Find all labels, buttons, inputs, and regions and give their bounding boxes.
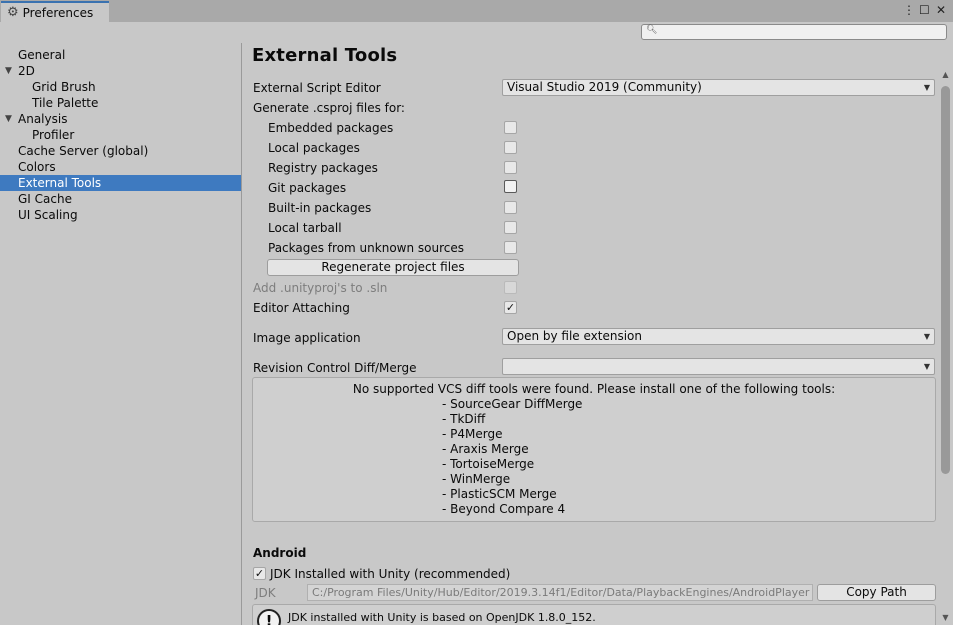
local-tarball-label: Local tarball bbox=[268, 221, 342, 235]
jdk-installed-label: JDK Installed with Unity (recommended) bbox=[270, 567, 511, 581]
regenerate-project-files-button[interactable]: Regenerate project files bbox=[267, 259, 519, 276]
vcs-tool-item: - PlasticSCM Merge bbox=[442, 487, 557, 501]
generate-csproj-label: Generate .csproj files for: bbox=[253, 101, 405, 115]
unknown-sources-label: Packages from unknown sources bbox=[268, 241, 464, 255]
sidebar-item-label: 2D bbox=[18, 64, 35, 78]
jdk-installed-checkbox[interactable]: ✓ bbox=[253, 567, 266, 580]
search-icon: 🔍︎ bbox=[646, 25, 658, 35]
vcs-tool-item: - WinMerge bbox=[442, 472, 511, 486]
registry-packages-label: Registry packages bbox=[268, 161, 378, 175]
sidebar-item-label: External Tools bbox=[18, 176, 102, 190]
vcs-message: No supported VCS diff tools were found. … bbox=[352, 382, 836, 396]
sidebar-item-profiler[interactable]: Profiler bbox=[0, 127, 273, 143]
close-icon[interactable]: ✕ bbox=[936, 3, 946, 17]
embedded-packages-checkbox[interactable] bbox=[504, 121, 517, 134]
jdk-label: JDK bbox=[255, 586, 276, 600]
sidebar-item-label: Analysis bbox=[18, 112, 68, 126]
preferences-sidebar: General ▼ 2D Grid Brush Tile Palette ▼ Ana… bbox=[0, 43, 242, 625]
sidebar-item-cache-server[interactable]: Cache Server (global) bbox=[0, 143, 259, 159]
sidebar-item-colors[interactable]: Colors bbox=[0, 159, 259, 175]
jdk-note: JDK installed with Unity is based on Ope… bbox=[288, 611, 596, 624]
git-packages-checkbox[interactable] bbox=[504, 180, 517, 193]
maximize-icon[interactable]: ☐ bbox=[919, 3, 930, 17]
sidebar-item-2d[interactable]: ▼ 2D bbox=[0, 63, 259, 79]
search-input[interactable]: 🔍︎ bbox=[641, 24, 947, 40]
vcs-tool-item: - SourceGear DiffMerge bbox=[442, 397, 583, 411]
preferences-tab[interactable]: ⚙ Preferences bbox=[1, 1, 109, 22]
local-packages-checkbox[interactable] bbox=[504, 141, 517, 154]
dropdown-value: Visual Studio 2019 (Community) bbox=[507, 80, 702, 94]
vcs-tool-item: - Araxis Merge bbox=[442, 442, 529, 456]
sidebar-item-label: UI Scaling bbox=[18, 208, 78, 222]
local-tarball-checkbox[interactable] bbox=[504, 221, 517, 234]
builtin-packages-label: Built-in packages bbox=[268, 201, 372, 215]
sidebar-item-label: Cache Server (global) bbox=[18, 144, 149, 158]
revision-control-label: Revision Control Diff/Merge bbox=[253, 361, 417, 375]
sidebar-item-label: Profiler bbox=[32, 128, 75, 142]
copy-path-button[interactable]: Copy Path bbox=[817, 584, 936, 601]
scroll-up-icon[interactable]: ▲ bbox=[938, 68, 953, 82]
vcs-help-box: No supported VCS diff tools were found. … bbox=[252, 377, 936, 522]
gear-icon: ⚙ bbox=[7, 5, 19, 20]
warning-icon: ! bbox=[257, 609, 281, 625]
scrollbar-thumb[interactable] bbox=[941, 86, 950, 474]
embedded-packages-label: Embedded packages bbox=[268, 121, 394, 135]
android-heading: Android bbox=[253, 546, 307, 560]
vcs-tool-item: - TkDiff bbox=[442, 412, 486, 426]
add-unityproj-label: Add .unityproj's to .sln bbox=[253, 281, 388, 295]
image-application-label: Image application bbox=[253, 331, 361, 345]
window-titlebar: ⚙ Preferences ⋮ ☐ ✕ bbox=[0, 0, 953, 23]
sidebar-item-label: GI Cache bbox=[18, 192, 72, 206]
window-menu-icon[interactable]: ⋮ bbox=[903, 3, 915, 17]
page-title: External Tools bbox=[252, 45, 398, 66]
chevron-down-icon: ▼ bbox=[923, 83, 930, 92]
builtin-packages-checkbox[interactable] bbox=[504, 201, 517, 214]
sidebar-item-label: Tile Palette bbox=[32, 96, 99, 110]
editor-attaching-checkbox[interactable]: ✓ bbox=[504, 301, 517, 314]
script-editor-label: External Script Editor bbox=[253, 81, 381, 95]
script-editor-dropdown[interactable]: Visual Studio 2019 (Community) ▼ bbox=[502, 79, 935, 96]
external-tools-panel: External Tools External Script Editor Vi… bbox=[243, 43, 953, 625]
local-packages-label: Local packages bbox=[268, 141, 360, 155]
vertical-scrollbar[interactable]: ▲ ▼ bbox=[938, 68, 953, 625]
registry-packages-checkbox[interactable] bbox=[504, 161, 517, 174]
unknown-sources-checkbox[interactable] bbox=[504, 241, 517, 254]
expand-triangle-icon[interactable]: ▼ bbox=[5, 111, 12, 127]
tab-title: Preferences bbox=[22, 5, 94, 20]
revision-control-dropdown[interactable]: ▼ bbox=[502, 358, 935, 375]
sidebar-item-ui-scaling[interactable]: UI Scaling bbox=[0, 207, 259, 223]
toolbar: 🔍︎ bbox=[0, 22, 953, 42]
add-unityproj-checkbox bbox=[504, 281, 517, 294]
sidebar-item-grid-brush[interactable]: Grid Brush bbox=[0, 79, 273, 95]
sidebar-item-label: General bbox=[18, 48, 66, 62]
image-application-dropdown[interactable]: Open by file extension ▼ bbox=[502, 328, 935, 345]
sidebar-item-label: Grid Brush bbox=[32, 80, 96, 94]
editor-attaching-label: Editor Attaching bbox=[253, 301, 350, 315]
sidebar-item-external-tools[interactable]: External Tools bbox=[0, 175, 241, 191]
chevron-down-icon: ▼ bbox=[923, 332, 930, 341]
expand-triangle-icon[interactable]: ▼ bbox=[5, 63, 12, 79]
sidebar-item-tile-palette[interactable]: Tile Palette bbox=[0, 95, 273, 111]
sidebar-item-analysis[interactable]: ▼ Analysis bbox=[0, 111, 259, 127]
vcs-tool-item: - TortoiseMerge bbox=[442, 457, 535, 471]
scroll-down-icon[interactable]: ▼ bbox=[938, 611, 953, 625]
dropdown-value: Open by file extension bbox=[507, 329, 642, 343]
sidebar-item-gi-cache[interactable]: GI Cache bbox=[0, 191, 259, 207]
chevron-down-icon: ▼ bbox=[923, 362, 930, 371]
jdk-path-field[interactable]: C:/Program Files/Unity/Hub/Editor/2019.3… bbox=[307, 584, 813, 601]
vcs-tool-item: - Beyond Compare 4 bbox=[442, 502, 566, 516]
sidebar-item-label: Colors bbox=[18, 160, 56, 174]
sidebar-item-general[interactable]: General bbox=[0, 47, 259, 63]
git-packages-label: Git packages bbox=[268, 181, 347, 195]
jdk-info-box: ! JDK installed with Unity is based on O… bbox=[252, 604, 936, 625]
vcs-tool-item: - P4Merge bbox=[442, 427, 503, 441]
